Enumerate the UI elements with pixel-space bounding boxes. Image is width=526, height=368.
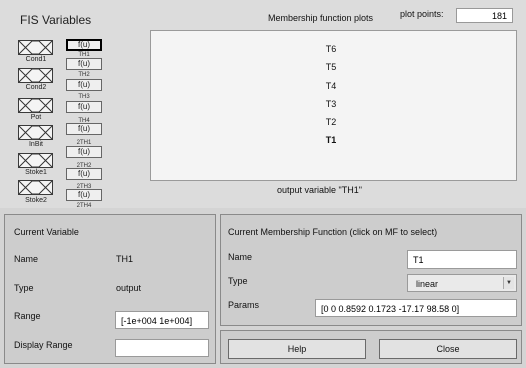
output-label-th3: TH3 xyxy=(78,94,90,100)
membership-function-plot-area[interactable]: T6 T5 T4 T3 T2 T1 xyxy=(150,30,517,181)
output-variable-block-th3[interactable]: f(u) xyxy=(66,79,102,91)
mf-cross-icon xyxy=(19,126,52,139)
range-input[interactable]: [-1e+004 1e+004] xyxy=(115,311,209,329)
output-variable-block-th4[interactable]: f(u) xyxy=(66,101,102,113)
output-variable-caption: output variable "TH1" xyxy=(277,185,362,195)
display-range-input[interactable] xyxy=(115,339,209,357)
input-label-pot: Pot xyxy=(30,114,42,121)
input-variable-block-4[interactable] xyxy=(18,125,53,140)
plot-points-input[interactable]: 181 xyxy=(456,8,513,23)
input-label-cond1: Cond1 xyxy=(25,56,47,63)
mf-type-selected-value: linear xyxy=(416,279,439,289)
input-variable-block-5[interactable] xyxy=(18,153,53,168)
output-variable-block-th2[interactable]: f(u) xyxy=(66,58,102,70)
output-label-2th4: 2TH4 xyxy=(76,203,92,209)
current-mf-title: Current Membership Function (click on MF… xyxy=(228,227,438,237)
mf-cross-icon xyxy=(19,154,52,167)
mf-label-t5[interactable]: T5 xyxy=(321,62,341,72)
mf-name-input[interactable]: T1 xyxy=(407,250,517,269)
mf-label-t6[interactable]: T6 xyxy=(321,44,341,54)
buttons-panel: Help Close xyxy=(220,330,522,364)
input-label-cond2: Cond2 xyxy=(25,84,47,91)
input-variable-block-3[interactable] xyxy=(18,98,53,113)
output-variable-block-2th3[interactable]: f(u) xyxy=(66,168,102,180)
mf-name-label: Name xyxy=(228,252,253,262)
dropdown-arrow-icon[interactable]: ▼ xyxy=(503,277,514,289)
mf-cross-icon xyxy=(19,41,52,54)
output-label-th2: TH2 xyxy=(78,72,90,78)
variable-type-value: output xyxy=(116,283,142,293)
input-label-stoke2: Stoke2 xyxy=(25,197,47,204)
input-variable-block-6[interactable] xyxy=(18,180,53,195)
mf-cross-icon xyxy=(19,69,52,82)
mf-params-input[interactable]: [0 0 0.8592 0.1723 -17.17 98.58 0] xyxy=(315,299,517,317)
fis-variables-title: FIS Variables xyxy=(20,13,92,27)
mf-label-t4[interactable]: T4 xyxy=(321,81,341,91)
display-range-label: Display Range xyxy=(14,340,73,350)
variable-name-label: Name xyxy=(14,254,39,264)
current-variable-panel: Current Variable Name TH1 Type output Ra… xyxy=(4,214,216,364)
variable-range-label: Range xyxy=(14,311,41,321)
output-variable-block-2th4[interactable]: f(u) xyxy=(66,189,102,201)
mf-type-label: Type xyxy=(228,276,248,286)
mf-params-label: Params xyxy=(228,300,260,310)
output-variable-block-th1[interactable]: f(u) xyxy=(66,39,102,51)
plot-points-label: plot points: xyxy=(400,9,444,19)
current-variable-title: Current Variable xyxy=(14,227,79,237)
mf-type-dropdown[interactable]: linear ▼ xyxy=(407,274,517,292)
mf-cross-icon xyxy=(19,181,52,194)
input-variable-block-2[interactable] xyxy=(18,68,53,83)
mf-label-t2[interactable]: T2 xyxy=(321,117,341,127)
input-label-inbit: InBit xyxy=(28,141,43,148)
output-variable-block-2th2[interactable]: f(u) xyxy=(66,146,102,158)
mf-cross-icon xyxy=(19,99,52,112)
input-variable-block-1[interactable] xyxy=(18,40,53,55)
current-mf-panel: Current Membership Function (click on MF… xyxy=(220,214,522,326)
input-label-stoke1: Stoke1 xyxy=(25,169,47,176)
mf-label-t3[interactable]: T3 xyxy=(321,99,341,109)
variable-type-label: Type xyxy=(14,283,34,293)
help-button[interactable]: Help xyxy=(228,339,366,359)
close-button[interactable]: Close xyxy=(379,339,517,359)
mf-label-t1-selected[interactable]: T1 xyxy=(321,135,341,145)
variable-name-value: TH1 xyxy=(116,254,134,264)
output-variable-block-2th1[interactable]: f(u) xyxy=(66,123,102,135)
membership-function-plots-label: Membership function plots xyxy=(268,13,374,23)
